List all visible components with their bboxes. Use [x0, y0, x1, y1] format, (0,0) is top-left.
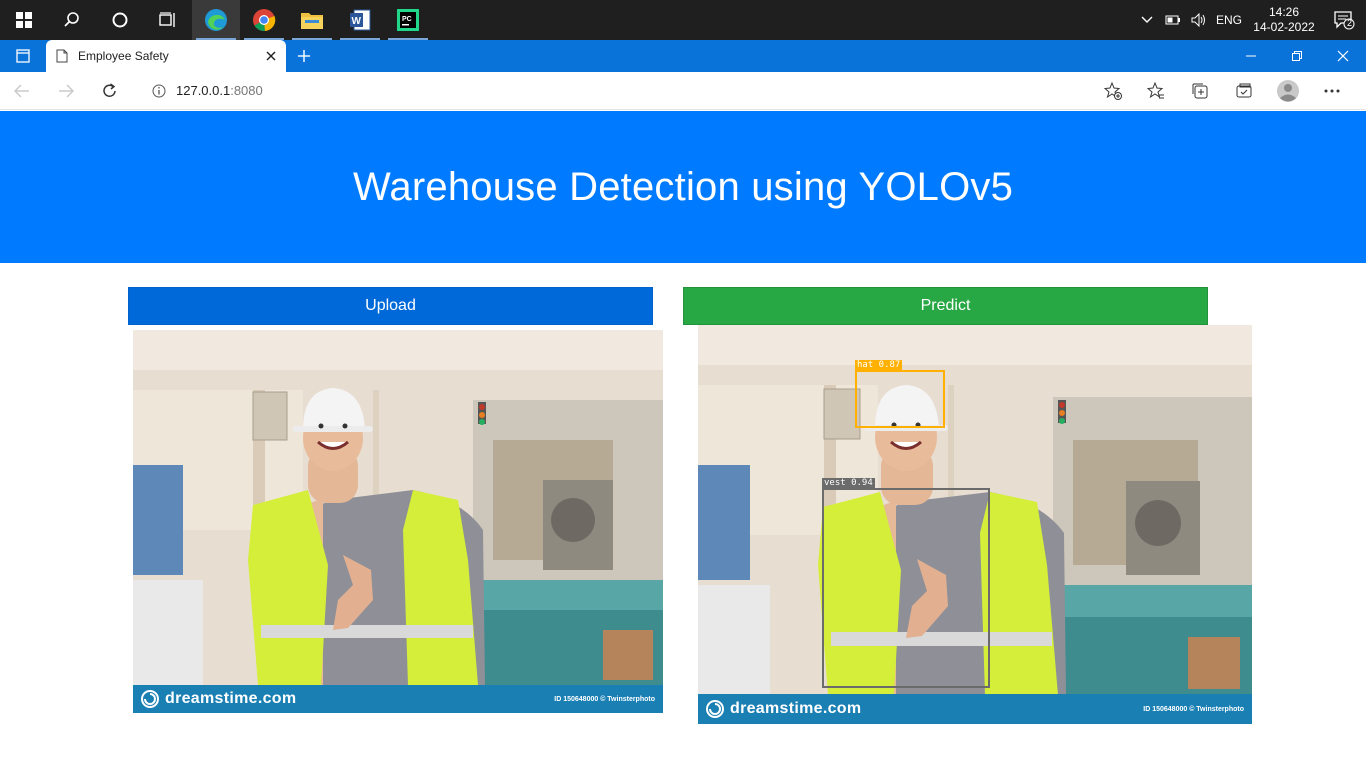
- dreamstime-logo-icon: [141, 690, 159, 708]
- detection-label-vest: vest 0.94: [822, 478, 875, 489]
- taskbar-file-explorer[interactable]: [288, 0, 336, 40]
- avatar: [1277, 79, 1299, 102]
- forward-arrow-icon: [59, 84, 74, 97]
- volume-icon: [1191, 13, 1205, 27]
- taskbar-edge[interactable]: [192, 0, 240, 40]
- browser-toolbar: 127.0.0.1:8080: [0, 72, 1366, 110]
- worker-photo: [133, 330, 663, 713]
- windows-logo-icon: [16, 12, 32, 28]
- taskbar-chrome[interactable]: [240, 0, 288, 40]
- svg-text:W: W: [352, 16, 362, 27]
- minimize-icon: [1246, 55, 1256, 57]
- page-header: Warehouse Detection using YOLOv5: [0, 111, 1366, 263]
- watermark-id: ID 150648000 © Twinsterphoto: [1143, 705, 1244, 713]
- browser-essentials-icon: [1236, 83, 1252, 97]
- profile-button[interactable]: [1266, 72, 1310, 110]
- watermark-site: dreamstime.com: [165, 690, 297, 707]
- refresh-icon: [103, 82, 116, 97]
- volume-button[interactable]: [1186, 0, 1212, 40]
- task-view-icon: [159, 12, 175, 27]
- uploaded-image: dreamstime.com ID 150648000 © Twinsterph…: [133, 330, 663, 713]
- predict-button[interactable]: Predict: [683, 287, 1208, 325]
- collections-button[interactable]: [1178, 72, 1222, 110]
- chrome-icon: [253, 9, 276, 32]
- add-favorite-icon[interactable]: [1104, 81, 1122, 100]
- more-horizontal-icon: [1324, 89, 1340, 92]
- word-icon: W: [350, 9, 371, 31]
- windows-taskbar: W PC ENG 14:26 14-02-2022 2: [0, 0, 1366, 40]
- watermark-site: dreamstime.com: [730, 700, 862, 717]
- tab-employee-safety[interactable]: Employee Safety: [46, 40, 286, 72]
- info-icon[interactable]: [152, 84, 166, 98]
- page-icon: [56, 49, 68, 63]
- tab-actions-menu[interactable]: [0, 40, 46, 72]
- svg-text:PC: PC: [402, 16, 412, 23]
- back-arrow-icon: [14, 84, 29, 97]
- prediction-image: hat 0.87 vest 0.94 dreamstime.com ID 150…: [698, 325, 1252, 724]
- tab-actions-icon: [16, 49, 30, 63]
- tray-overflow-button[interactable]: [1134, 0, 1160, 40]
- restore-icon: [1292, 51, 1302, 61]
- battery-icon: [1165, 15, 1180, 25]
- language-indicator[interactable]: ENG: [1212, 0, 1246, 40]
- watermark-bar: dreamstime.com ID 150648000 © Twinsterph…: [698, 694, 1252, 724]
- taskbar-pycharm[interactable]: PC: [384, 0, 432, 40]
- restore-button[interactable]: [1274, 40, 1320, 72]
- cortana-button[interactable]: [96, 0, 144, 40]
- action-center-button[interactable]: 2: [1322, 0, 1366, 40]
- clock[interactable]: 14:26 14-02-2022: [1246, 5, 1322, 35]
- watermark-id: ID 150648000 © Twinsterphoto: [554, 695, 655, 703]
- clock-time: 14:26: [1268, 5, 1300, 19]
- url-host: 127.0.0.1: [176, 83, 231, 98]
- url-text: 127.0.0.1:8080: [176, 83, 263, 98]
- taskbar-word[interactable]: W: [336, 0, 384, 40]
- search-icon: [64, 12, 79, 27]
- close-window-button[interactable]: [1320, 40, 1366, 72]
- back-button[interactable]: [0, 72, 44, 110]
- clock-date: 14-02-2022: [1253, 20, 1315, 34]
- address-bar[interactable]: 127.0.0.1:8080: [144, 75, 1130, 106]
- detection-box-vest: [822, 488, 990, 688]
- plus-icon: [298, 50, 310, 62]
- watermark-bar: dreamstime.com ID 150648000 © Twinsterph…: [133, 685, 663, 713]
- battery-button[interactable]: [1160, 0, 1186, 40]
- new-tab-button[interactable]: [286, 40, 322, 72]
- minimize-button[interactable]: [1228, 40, 1274, 72]
- dreamstime-logo-icon: [706, 700, 724, 718]
- window-controls: [1228, 40, 1366, 72]
- detection-box-hat: [855, 370, 945, 428]
- task-view-button[interactable]: [144, 0, 192, 40]
- notification-count: 2: [1347, 18, 1353, 28]
- settings-more-button[interactable]: [1310, 72, 1354, 110]
- start-button[interactable]: [0, 0, 48, 40]
- taskbar-search-button[interactable]: [48, 0, 96, 40]
- forward-button[interactable]: [44, 72, 88, 110]
- close-icon: [1337, 50, 1349, 62]
- file-explorer-icon: [301, 13, 323, 29]
- detection-label-hat: hat 0.87: [855, 360, 903, 371]
- edge-icon: [205, 9, 227, 31]
- upload-button[interactable]: Upload: [128, 287, 653, 325]
- tab-title: Employee Safety: [78, 49, 169, 63]
- favorites-icon: [1147, 81, 1164, 98]
- collections-icon: [1192, 83, 1208, 98]
- page-title: Warehouse Detection using YOLOv5: [352, 164, 1014, 209]
- extensions-button[interactable]: [1222, 72, 1266, 110]
- close-tab-icon[interactable]: [266, 51, 276, 61]
- browser-tabstrip: Employee Safety: [0, 40, 1366, 72]
- cortana-icon: [112, 12, 128, 28]
- system-tray: ENG 14:26 14-02-2022 2: [1134, 0, 1366, 40]
- favorites-button[interactable]: [1134, 72, 1178, 110]
- url-port: :8080: [230, 83, 263, 98]
- chevron-up-icon: [1141, 16, 1153, 23]
- pycharm-icon: PC: [397, 9, 419, 31]
- refresh-button[interactable]: [88, 72, 132, 110]
